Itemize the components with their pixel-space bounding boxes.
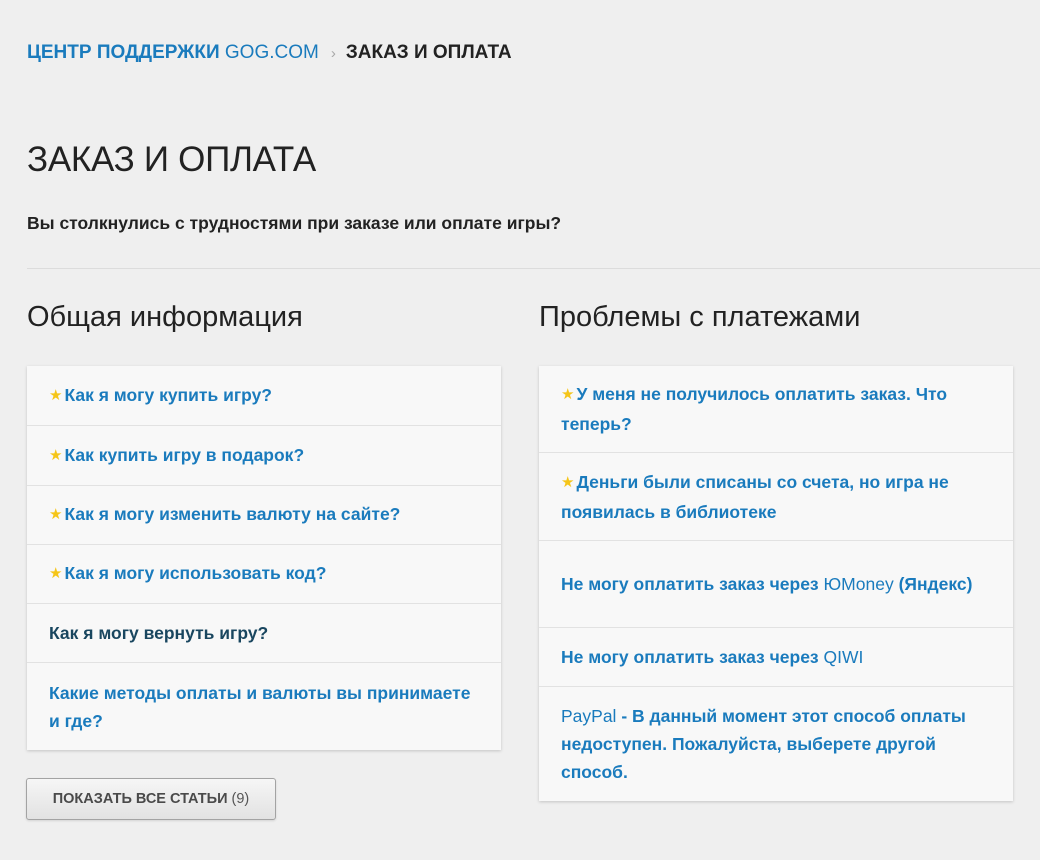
article-title: Деньги были списаны со счета, но игра не… (561, 471, 949, 522)
payment-brand: PayPal (561, 706, 617, 726)
article-link-payment-methods[interactable]: Какие методы оплаты и валюты вы принимае… (27, 663, 501, 750)
article-title: Как купить игру в подарок? (64, 444, 305, 465)
article-link-gift-game[interactable]: ★ Как купить игру в подарок? (27, 426, 501, 486)
article-title: Как я могу изменить валюту на сайте? (64, 504, 401, 524)
article-link-change-currency[interactable]: ★ Как я могу изменить валюту на сайте? (27, 486, 501, 545)
breadcrumb-root-prefix: ЦЕНТР ПОДДЕРЖКИ (27, 42, 220, 63)
section-title-general: Общая информация (27, 301, 303, 333)
support-page: ЦЕНТР ПОДДЕРЖКИ GOG.COM › ЗАКАЗ И ОПЛАТА… (0, 0, 1040, 860)
payment-brand: QIWI (823, 647, 864, 667)
divider (27, 268, 1040, 269)
page-description: Вы столкнулись с трудностями при заказе … (27, 213, 562, 233)
breadcrumb-root-brand: GOG.COM (224, 42, 319, 63)
article-title: У меня не получилось оплатить заказ. Что… (561, 384, 948, 434)
breadcrumb-separator-icon: › (330, 44, 336, 62)
article-title: Не могу оплатить заказ через (561, 647, 824, 667)
general-articles-list: ★ Как я могу купить игру? ★ Как купить игр… (27, 366, 501, 750)
star-icon: ★ (49, 506, 63, 523)
payment-brand: ЮMoney (823, 574, 894, 594)
article-title-suffix: (Яндекс) (893, 574, 973, 594)
show-all-articles-button[interactable]: ПОКАЗАТЬ ВСЕ СТАТЬИ (9) (26, 778, 276, 820)
breadcrumb-current: ЗАКАЗ И ОПЛАТА (345, 42, 512, 63)
article-link-charged-no-game[interactable]: ★ Деньги были списаны со счета, но игра н… (539, 453, 1013, 541)
section-title-payment-problems: Проблемы с платежами (539, 301, 861, 333)
star-icon: ★ (49, 565, 63, 582)
article-link-payment-failed[interactable]: ★ У меня не получилось оплатить заказ. Чт… (539, 366, 1013, 453)
article-title: Как я могу использовать код? (64, 563, 327, 583)
article-title: Как я могу вернуть игру? (49, 623, 269, 643)
article-title: - В данный момент этот способ оплаты нед… (561, 706, 966, 782)
payment-problems-list: ★ У меня не получилось оплатить заказ. Чт… (539, 366, 1013, 801)
article-title: Как я могу купить игру? (64, 384, 273, 405)
breadcrumb: ЦЕНТР ПОДДЕРЖКИ GOG.COM › ЗАКАЗ И ОПЛАТА (27, 42, 512, 64)
article-link-refund-game[interactable]: Как я могу вернуть игру? (27, 604, 501, 663)
star-icon: ★ (561, 473, 575, 491)
article-title: Не могу оплатить заказ через (561, 574, 824, 594)
article-count: (9) (231, 791, 250, 807)
article-link-redeem-code[interactable]: ★ Как я могу использовать код? (27, 545, 501, 604)
star-icon: ★ (49, 386, 63, 404)
article-link-qiwi[interactable]: Не могу оплатить заказ через QIWI (539, 628, 1013, 687)
article-link-yumoney[interactable]: Не могу оплатить заказ через ЮMoney (Янд… (539, 541, 1013, 628)
show-all-label: ПОКАЗАТЬ ВСЕ СТАТЬИ (52, 791, 228, 807)
page-title: ЗАКАЗ И ОПЛАТА (27, 140, 316, 179)
star-icon: ★ (49, 446, 63, 464)
article-title: Какие методы оплаты и валюты вы принимае… (49, 682, 471, 731)
star-icon: ★ (561, 386, 575, 403)
article-link-buy-game[interactable]: ★ Как я могу купить игру? (27, 366, 501, 426)
breadcrumb-support-center-link[interactable]: ЦЕНТР ПОДДЕРЖКИ GOG.COM (27, 42, 319, 64)
article-link-paypal[interactable]: PayPal - В данный момент этот способ опл… (539, 687, 1013, 801)
